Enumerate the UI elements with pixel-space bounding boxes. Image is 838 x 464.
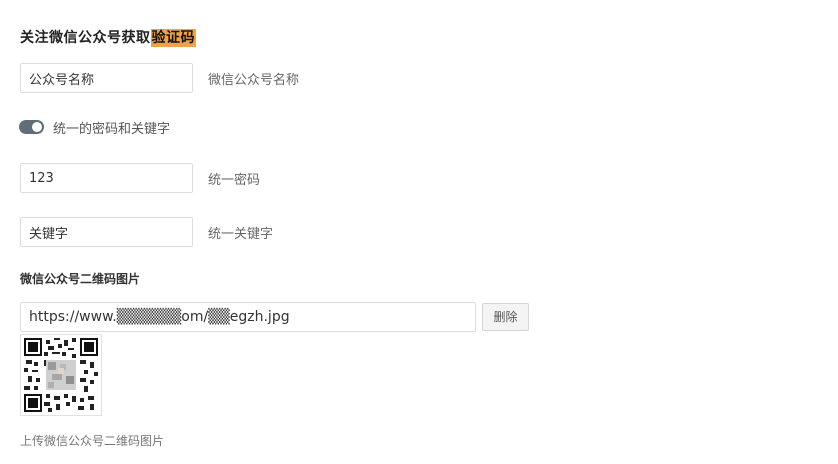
account-name-description: 微信公众号名称 <box>208 73 300 88</box>
qr-code-image[interactable] <box>20 334 102 416</box>
toggle-knob <box>32 122 42 132</box>
keyword-description: 统一关键字 <box>208 227 274 242</box>
delete-button[interactable]: 删除 <box>482 303 529 331</box>
keyword-input[interactable] <box>20 217 193 247</box>
title-highlight: 验证码 <box>150 29 196 47</box>
qr-url-input[interactable]: https://www.▒▒▒▒▒▒om/▒▒egzh.jpg <box>20 302 476 332</box>
title-prefix: 关注微信公众号获取 <box>20 30 151 46</box>
password-input[interactable] <box>20 163 193 193</box>
upload-hint: 上传微信公众号二维码图片 <box>20 434 165 448</box>
password-description: 统一密码 <box>208 173 261 188</box>
qr-code-icon <box>24 338 98 412</box>
unified-toggle-label: 统一的密码和关键字 <box>53 122 171 137</box>
unified-password-toggle[interactable] <box>19 120 44 134</box>
page-title: 关注微信公众号获取验证码 <box>20 27 196 47</box>
account-name-input[interactable] <box>20 63 193 93</box>
qr-section-label: 微信公众号二维码图片 <box>20 272 141 286</box>
